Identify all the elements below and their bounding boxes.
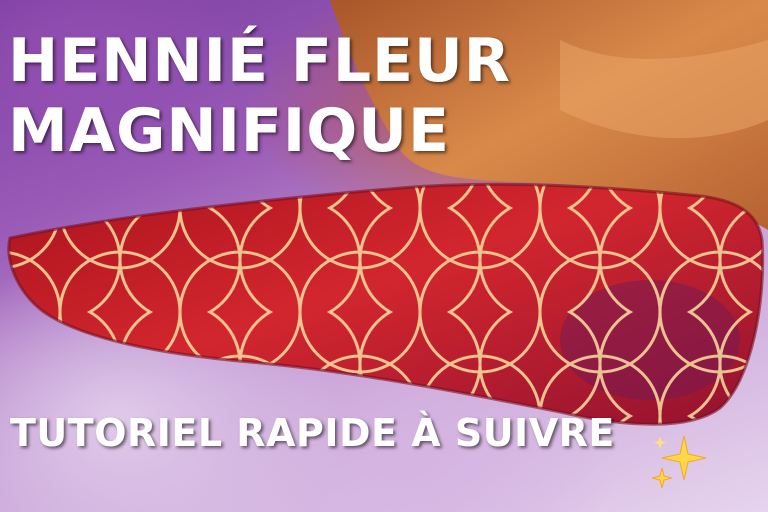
title-line-2: MAGNIFIQUE bbox=[8, 96, 450, 166]
title: HENNIÉ FLEUR MAGNIFIQUE bbox=[8, 26, 511, 166]
sparkles-icon bbox=[651, 435, 707, 489]
thumbnail: HENNIÉ FLEUR MAGNIFIQUE TUTORIEL RAPIDE … bbox=[0, 0, 768, 512]
subtitle: TUTORIEL RAPIDE À SUIVRE bbox=[10, 411, 615, 455]
title-line-1: HENNIÉ FLEUR bbox=[8, 26, 511, 96]
